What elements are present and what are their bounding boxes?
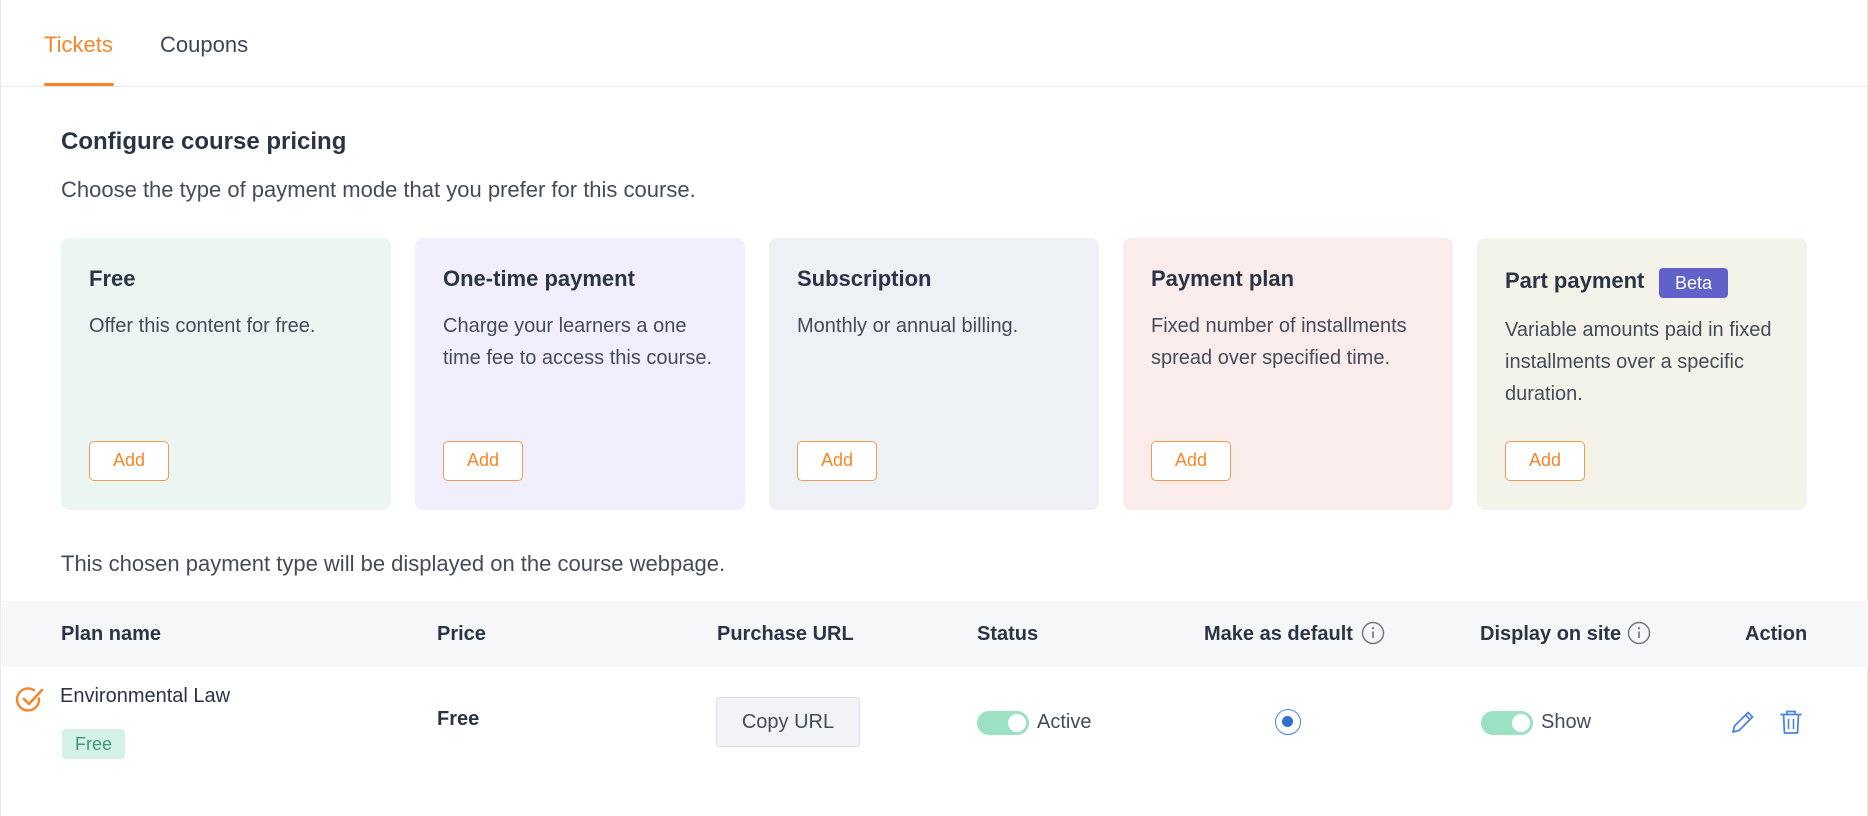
page-frame: Tickets Coupons Configure course pricing… — [0, 0, 1868, 816]
card-description: Fixed number of installments spread over… — [1151, 315, 1407, 369]
page-title: Configure course pricing — [61, 128, 347, 155]
card-title: Payment plan — [1151, 266, 1295, 291]
header-action: Action — [1745, 623, 1808, 645]
default-radio[interactable] — [1275, 709, 1301, 735]
header-status: Status — [977, 623, 1039, 645]
header-purchase-url: Purchase URL — [717, 623, 854, 645]
display-note: This chosen payment type will be display… — [61, 551, 726, 576]
pricing-card-free: Free Offer this content for free. Add — [61, 238, 391, 510]
card-title: Free — [89, 266, 136, 291]
tab-coupons[interactable]: Coupons — [160, 32, 248, 58]
pricing-card-subscription: Subscription Monthly or annual billing. … — [769, 238, 1099, 510]
plan-price: Free — [437, 708, 480, 730]
pricing-card-part-payment: Part payment Beta Variable amounts paid … — [1477, 238, 1807, 510]
trash-icon[interactable] — [1776, 707, 1806, 737]
tab-bar: Tickets Coupons — [1, 0, 1868, 87]
add-payment-plan-button[interactable]: Add — [1151, 441, 1231, 481]
table-header: Plan name Price Purchase URL Status Make… — [2, 601, 1868, 667]
display-toggle[interactable] — [1481, 711, 1533, 735]
pricing-card-payment-plan: Payment plan Fixed number of installment… — [1123, 238, 1453, 510]
card-title: Subscription — [797, 266, 932, 291]
status-toggle[interactable] — [977, 711, 1029, 735]
card-description: Variable amounts paid in fixed installme… — [1505, 319, 1772, 405]
add-subscription-button[interactable]: Add — [797, 441, 877, 481]
radio-dot — [1282, 716, 1293, 727]
card-title: One-time payment — [443, 266, 635, 291]
header-plan-name: Plan name — [61, 623, 162, 645]
active-tab-indicator — [44, 83, 114, 86]
status-label: Active — [1037, 711, 1092, 733]
toggle-knob — [1008, 714, 1026, 732]
table-row: Environmental Law Free Free Copy URL Act… — [2, 667, 1868, 816]
card-description: Monthly or annual billing. — [797, 315, 1019, 337]
check-circle-icon — [15, 687, 44, 712]
card-description: Offer this content for free. — [89, 315, 316, 337]
tab-tickets[interactable]: Tickets — [44, 32, 113, 58]
add-part-payment-button[interactable]: Add — [1505, 441, 1585, 481]
card-description: Charge your learners a one time fee to a… — [443, 315, 713, 369]
header-price: Price — [437, 623, 486, 645]
add-one-time-button[interactable]: Add — [443, 441, 523, 481]
pricing-card-one-time: One-time payment Charge your learners a … — [415, 238, 745, 510]
info-icon[interactable] — [1361, 621, 1385, 645]
plan-name: Environmental Law — [60, 685, 231, 707]
header-display-on-site: Display on site — [1480, 623, 1622, 645]
header-make-default: Make as default — [1204, 623, 1353, 645]
display-label: Show — [1541, 711, 1592, 733]
toggle-knob — [1512, 714, 1530, 732]
add-free-button[interactable]: Add — [89, 441, 169, 481]
page-subtitle: Choose the type of payment mode that you… — [61, 177, 696, 202]
copy-url-button[interactable]: Copy URL — [716, 697, 860, 747]
beta-badge: Beta — [1659, 268, 1729, 298]
plan-type-badge: Free — [62, 729, 126, 759]
info-icon[interactable] — [1627, 621, 1651, 645]
edit-icon[interactable] — [1728, 707, 1758, 737]
card-title: Part payment — [1505, 268, 1645, 293]
